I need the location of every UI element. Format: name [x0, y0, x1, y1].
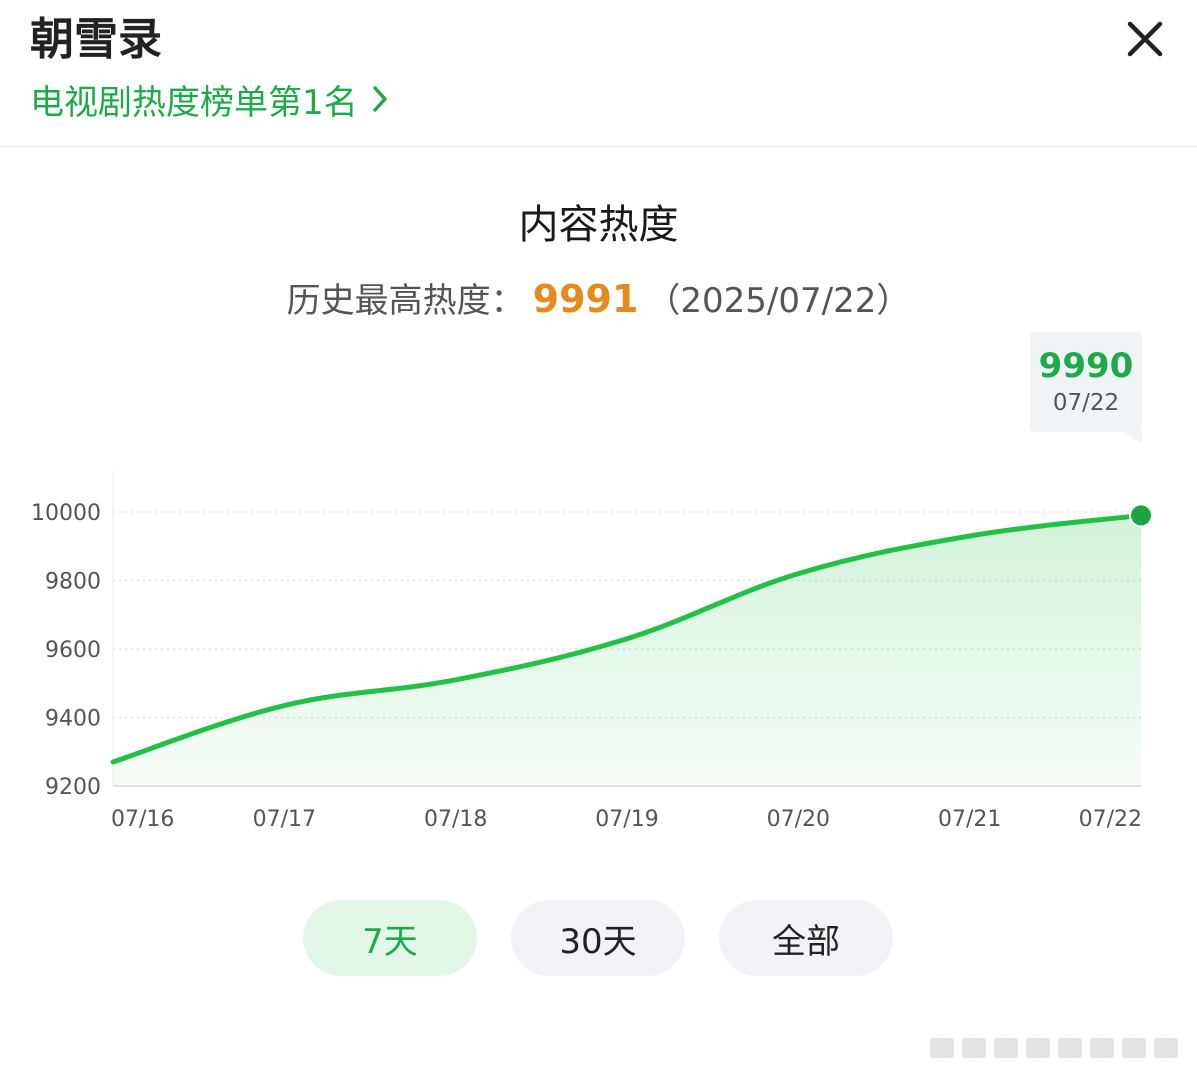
rank-link[interactable]: 电视剧热度榜单第1名 — [30, 76, 388, 123]
tooltip-date: 07/22 — [1053, 390, 1119, 416]
tooltip: 9990 07/22 — [1030, 332, 1142, 444]
chevron-right-icon — [372, 85, 388, 113]
x-tick-label: 07/20 — [767, 807, 830, 832]
record-value: 9991 — [532, 277, 639, 321]
y-tick-label: 9400 — [45, 707, 101, 732]
x-tick-label: 07/18 — [424, 807, 487, 832]
tooltip-pointer — [1124, 432, 1142, 444]
x-tick-label: 07/16 — [111, 807, 174, 832]
tab-all[interactable]: 全部 — [719, 900, 893, 976]
y-tick-label: 9800 — [45, 570, 101, 595]
y-tick-label: 9200 — [45, 775, 101, 800]
heat-chart-svg: 9200 9400 9600 9800 10000 07/16 07/17 07/18 07/… — [31, 332, 1153, 832]
watermark-logo — [930, 1038, 1178, 1058]
record-date: （2025/07/22） — [646, 281, 911, 321]
tooltip-value: 9990 — [1039, 346, 1134, 386]
x-tick-label: 07/21 — [938, 807, 1001, 832]
rank-link-label: 电视剧热度榜单第1名 — [30, 82, 358, 123]
record-label: 历史最高热度： — [286, 281, 525, 321]
y-tick-label: 10000 — [31, 501, 101, 526]
highlight-point — [1129, 503, 1153, 528]
heat-chart: 9200 9400 9600 9800 10000 07/16 07/17 07/18 07/… — [0, 320, 1197, 860]
tab-7-days[interactable]: 7天 — [303, 900, 477, 976]
section-title: 内容热度 — [518, 202, 679, 248]
x-tick-label: 07/22 — [1079, 807, 1142, 832]
close-button[interactable] — [1118, 14, 1172, 68]
show-title: 朝雪录 — [30, 14, 162, 65]
tab-30-days[interactable]: 30天 — [511, 900, 685, 976]
x-tick-label: 07/17 — [253, 807, 316, 832]
x-tick-label: 07/19 — [595, 807, 658, 832]
header: 朝雪录 电视剧热度榜单第1名 — [0, 0, 1197, 147]
range-tabs: 7天 30天 全部 — [0, 900, 1197, 976]
y-tick-label: 9600 — [45, 638, 101, 663]
area-fill — [113, 515, 1141, 786]
close-icon — [1126, 20, 1164, 62]
